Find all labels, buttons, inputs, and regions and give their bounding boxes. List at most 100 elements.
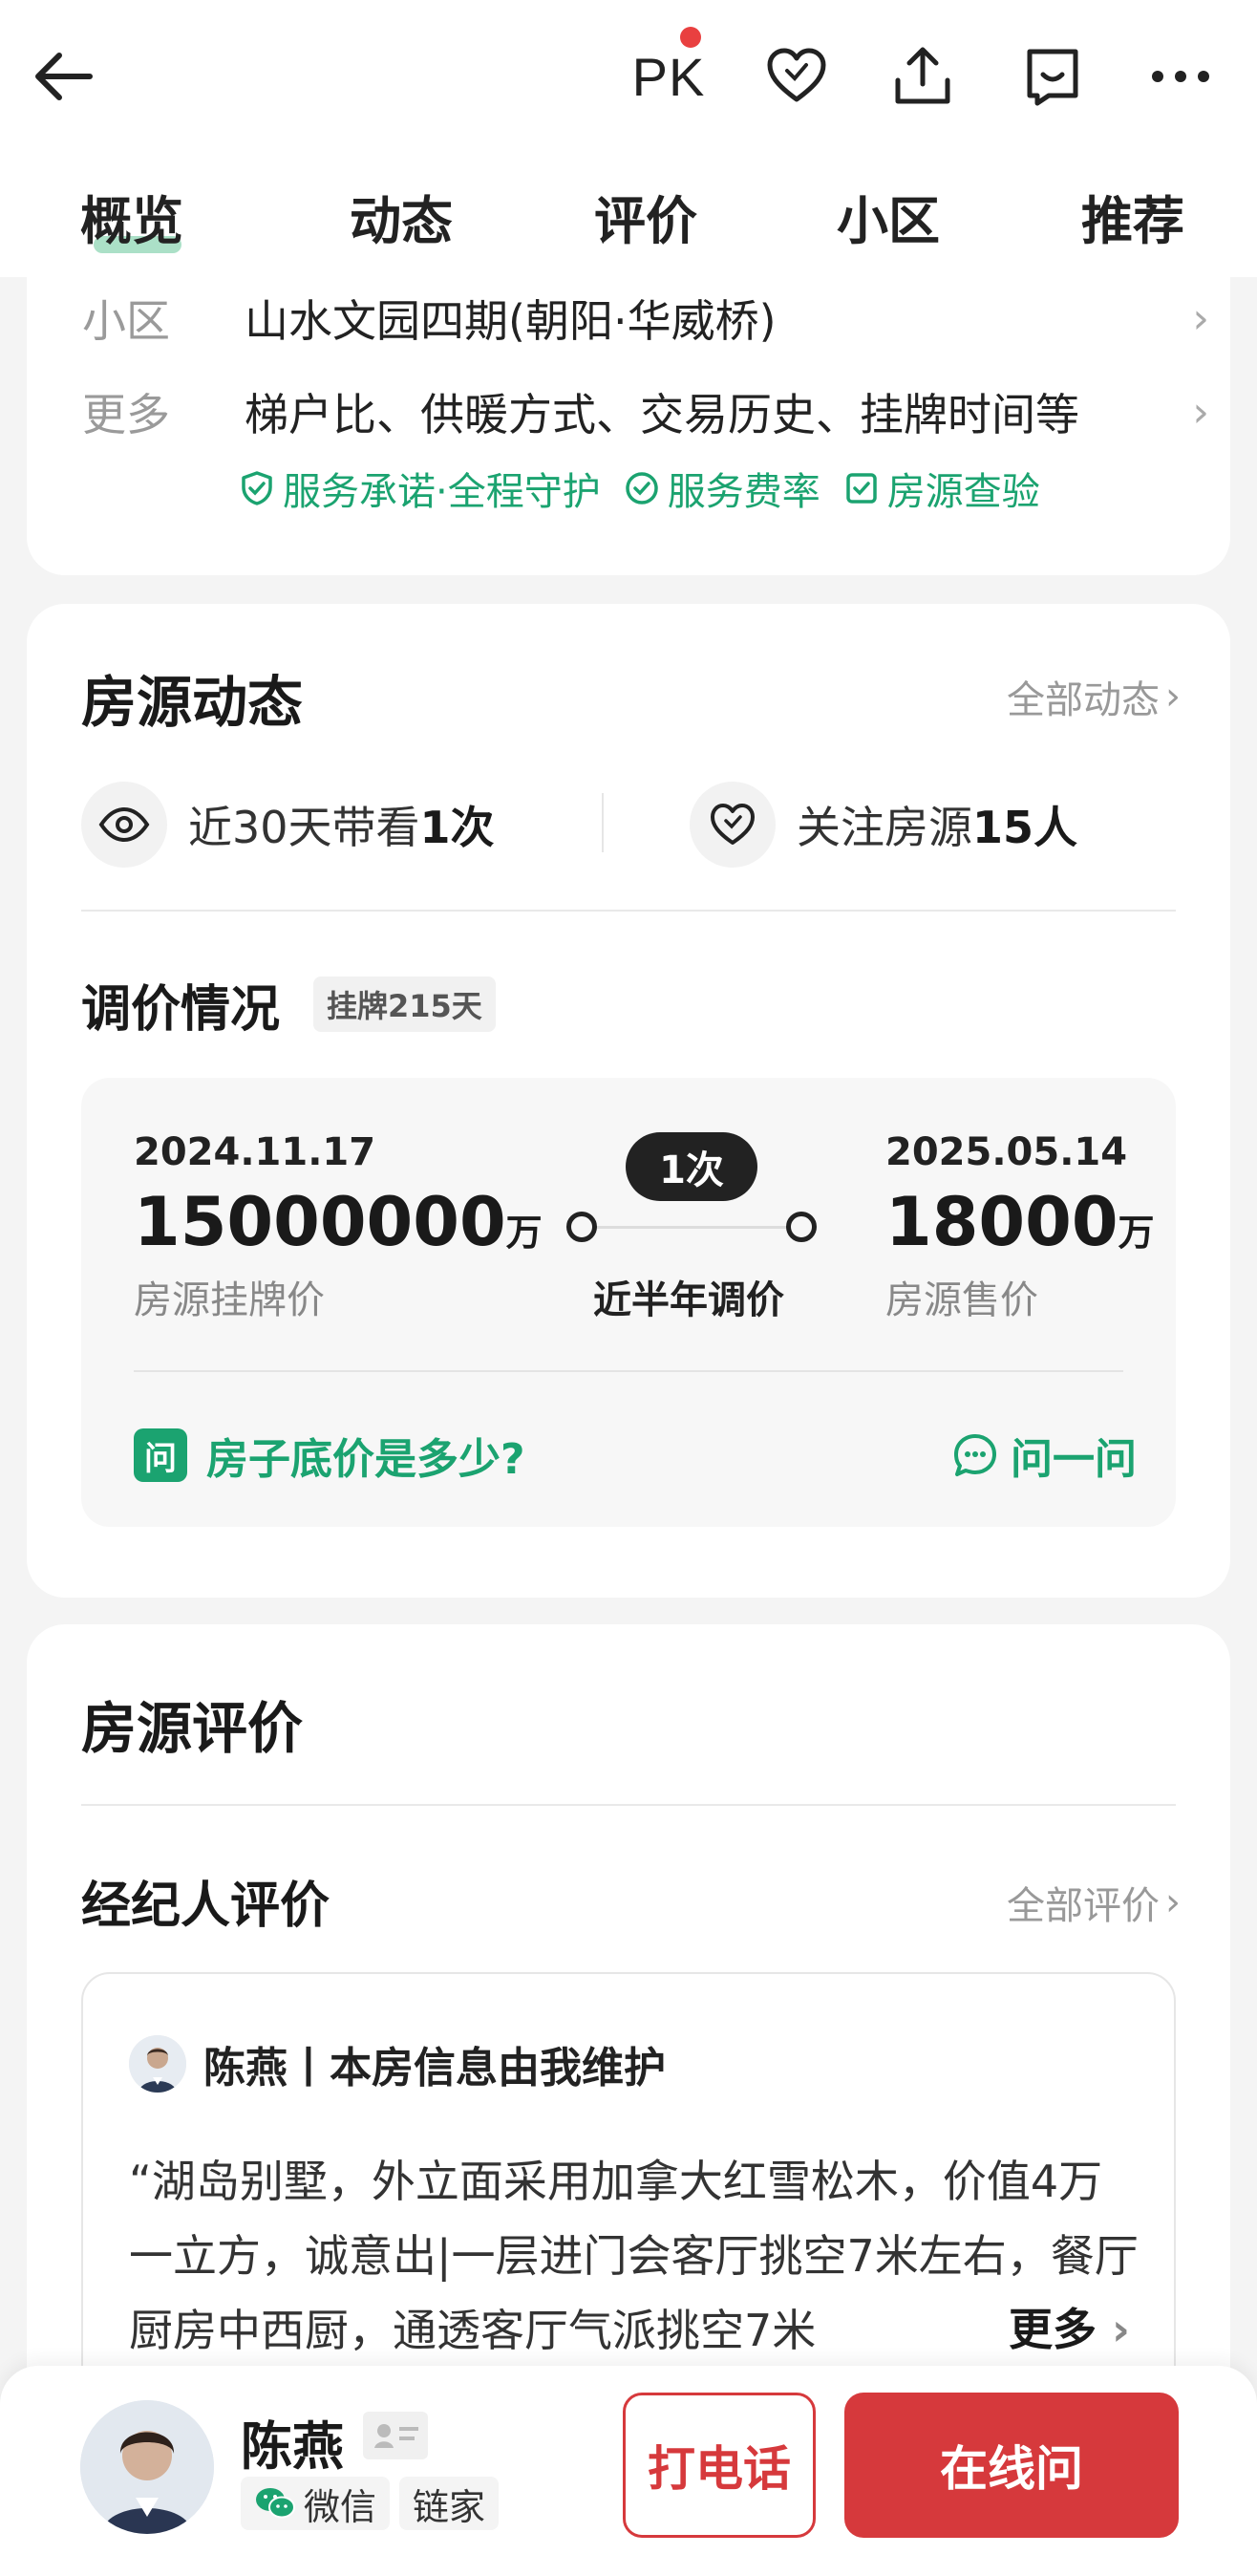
favorite-button[interactable] bbox=[756, 36, 837, 117]
price-adjust-panel: 2024.11.17 15000000万 房源挂牌价 1次 近半年调价 2025… bbox=[81, 1078, 1176, 1527]
chat-smile-icon bbox=[1027, 49, 1078, 106]
all-reviews-label: 全部评价 bbox=[1007, 1884, 1160, 1928]
more-value: 梯户比、供暖方式、交易历史、挂牌时间等 bbox=[245, 389, 1079, 440]
visits-prefix: 近30天带看 bbox=[188, 802, 420, 853]
section-tabs: 概览 动态 评价 小区 推荐 bbox=[0, 167, 1257, 263]
wechat-tag[interactable]: 微信 bbox=[241, 2477, 391, 2530]
listing-days-badge: 挂牌215天 bbox=[313, 977, 496, 1032]
ask-button[interactable]: 问一问 bbox=[951, 1425, 1137, 1486]
id-card-icon[interactable] bbox=[363, 2412, 428, 2459]
all-dynamics-label: 全部动态 bbox=[1007, 678, 1160, 722]
floor-price-question[interactable]: 问 房子底价是多少? bbox=[134, 1425, 525, 1486]
question-icon: 问 bbox=[134, 1428, 187, 1482]
review-agent-line: 陈燕丨本房信息由我维护 bbox=[129, 2033, 666, 2094]
ask-button-label: 问一问 bbox=[1011, 1435, 1137, 1484]
chevron-right-icon: › bbox=[1192, 293, 1209, 343]
agent-name: 陈燕 bbox=[241, 2416, 344, 2477]
chevron-right-icon: › bbox=[1097, 2304, 1130, 2355]
all-reviews-link[interactable]: 全部评价 › bbox=[1007, 1875, 1181, 1930]
eye-icon-wrap bbox=[81, 782, 167, 868]
pk-label: PK bbox=[631, 46, 706, 107]
review-agent-text: 陈燕丨本房信息由我维护 bbox=[203, 2044, 666, 2093]
agent-contact-bar: 陈燕 微信 链家 打电话 在线问 bbox=[0, 2366, 1257, 2576]
price-adjust-title: 调价情况 bbox=[81, 981, 281, 1039]
agent-review-title: 经纪人评价 bbox=[81, 1878, 330, 1935]
agent-avatar-small bbox=[129, 2035, 186, 2093]
more-dots-icon bbox=[1152, 71, 1209, 82]
agent-avatar[interactable] bbox=[80, 2400, 214, 2534]
notification-dot bbox=[680, 27, 701, 48]
tab-community[interactable]: 小区 bbox=[837, 179, 940, 254]
tab-recommend[interactable]: 推荐 bbox=[1081, 179, 1184, 254]
timeline-start-dot bbox=[566, 1212, 597, 1242]
square-check-icon bbox=[845, 473, 877, 504]
more-label: 更多 bbox=[82, 389, 170, 440]
end-price-value: 18000 bbox=[885, 1183, 1119, 1261]
back-button[interactable] bbox=[29, 38, 105, 115]
community-row[interactable]: 小区 山水文园四期(朝阳·华威桥) › bbox=[82, 287, 1209, 350]
wechat-label: 微信 bbox=[304, 2485, 377, 2528]
community-label: 小区 bbox=[82, 295, 170, 347]
service-badges: 服务承诺·全程守护 服务费率 房源查验 bbox=[239, 461, 1040, 516]
ask-row: 问 房子底价是多少? 问一问 bbox=[134, 1422, 1137, 1489]
chevron-right-icon: › bbox=[1192, 387, 1209, 437]
timeline-end-dot bbox=[786, 1212, 817, 1242]
mid-caption: 近半年调价 bbox=[593, 1278, 784, 1322]
stat-divider bbox=[602, 793, 604, 852]
call-button[interactable]: 打电话 bbox=[623, 2393, 816, 2538]
top-bar: PK 概览 动态 评价 小区 推荐 bbox=[0, 0, 1257, 277]
follow-stat: 关注房源15人 bbox=[690, 782, 1077, 868]
dynamics-title: 房源动态 bbox=[81, 670, 304, 735]
pk-compare-button[interactable]: PK bbox=[628, 27, 709, 117]
share-button[interactable] bbox=[883, 36, 963, 117]
wechat-icon bbox=[256, 2488, 295, 2519]
more-info-row[interactable]: 更多 梯户比、供暖方式、交易历史、挂牌时间等 › bbox=[82, 380, 1209, 443]
heart-icon bbox=[767, 48, 826, 102]
service-fee[interactable]: 服务费率 bbox=[624, 461, 820, 516]
tab-reviews[interactable]: 评价 bbox=[594, 179, 697, 254]
online-ask-button[interactable]: 在线问 bbox=[844, 2393, 1179, 2538]
start-price-value: 15000000 bbox=[134, 1183, 506, 1261]
panel-divider bbox=[134, 1370, 1123, 1372]
adjust-count-pill: 1次 bbox=[626, 1132, 757, 1201]
message-button[interactable] bbox=[1012, 36, 1093, 117]
community-value: 山水文园四期(朝阳·华威桥) bbox=[245, 295, 777, 347]
follow-value: 15人 bbox=[972, 802, 1078, 853]
service-promise[interactable]: 服务承诺·全程守护 bbox=[239, 461, 601, 516]
tab-overview[interactable]: 概览 bbox=[80, 179, 183, 254]
service-promise-label: 服务承诺·全程守护 bbox=[283, 470, 601, 514]
review-divider bbox=[81, 1804, 1176, 1806]
timeline-track bbox=[587, 1226, 796, 1229]
circle-check-icon bbox=[625, 472, 658, 504]
follow-prefix: 关注房源 bbox=[797, 802, 972, 853]
tab-dynamics[interactable]: 动态 bbox=[350, 179, 453, 254]
section-divider bbox=[81, 910, 1176, 912]
visits-value: 1次 bbox=[419, 802, 495, 853]
all-dynamics-link[interactable]: 全部动态 › bbox=[1007, 669, 1181, 724]
shield-check-icon bbox=[242, 471, 272, 505]
start-date: 2024.11.17 bbox=[134, 1130, 376, 1174]
house-inspection[interactable]: 房源查验 bbox=[843, 461, 1040, 516]
house-inspection-label: 房源查验 bbox=[886, 470, 1040, 514]
chevron-right-icon: › bbox=[1165, 675, 1181, 719]
start-caption: 房源挂牌价 bbox=[134, 1278, 325, 1322]
review-title: 房源评价 bbox=[81, 1696, 304, 1761]
eye-icon bbox=[98, 806, 150, 843]
share-icon bbox=[895, 47, 950, 104]
start-price-unit: 万 bbox=[505, 1212, 543, 1254]
service-fee-label: 服务费率 bbox=[667, 470, 820, 514]
company-tag: 链家 bbox=[399, 2477, 500, 2530]
start-price: 15000000万 bbox=[134, 1183, 543, 1261]
end-date: 2025.05.14 bbox=[885, 1130, 1128, 1174]
chat-bubble-icon bbox=[954, 1434, 996, 1476]
review-more-button[interactable]: 更多 › bbox=[951, 2295, 1130, 2358]
heart-check-icon bbox=[711, 804, 755, 845]
agent-review-box[interactable]: 陈燕丨本房信息由我维护 “湖岛别墅，外立面采用加拿大红雪松木，价值4万一立方，诚… bbox=[81, 1972, 1176, 2412]
end-price: 18000万 bbox=[885, 1183, 1155, 1261]
more-menu-button[interactable] bbox=[1140, 36, 1221, 117]
end-caption: 房源售价 bbox=[885, 1278, 1038, 1322]
review-more-label: 更多 bbox=[1009, 2304, 1097, 2355]
visits-stat: 近30天带看1次 bbox=[81, 782, 495, 868]
end-price-unit: 万 bbox=[1118, 1212, 1155, 1254]
back-arrow-icon bbox=[35, 53, 93, 100]
